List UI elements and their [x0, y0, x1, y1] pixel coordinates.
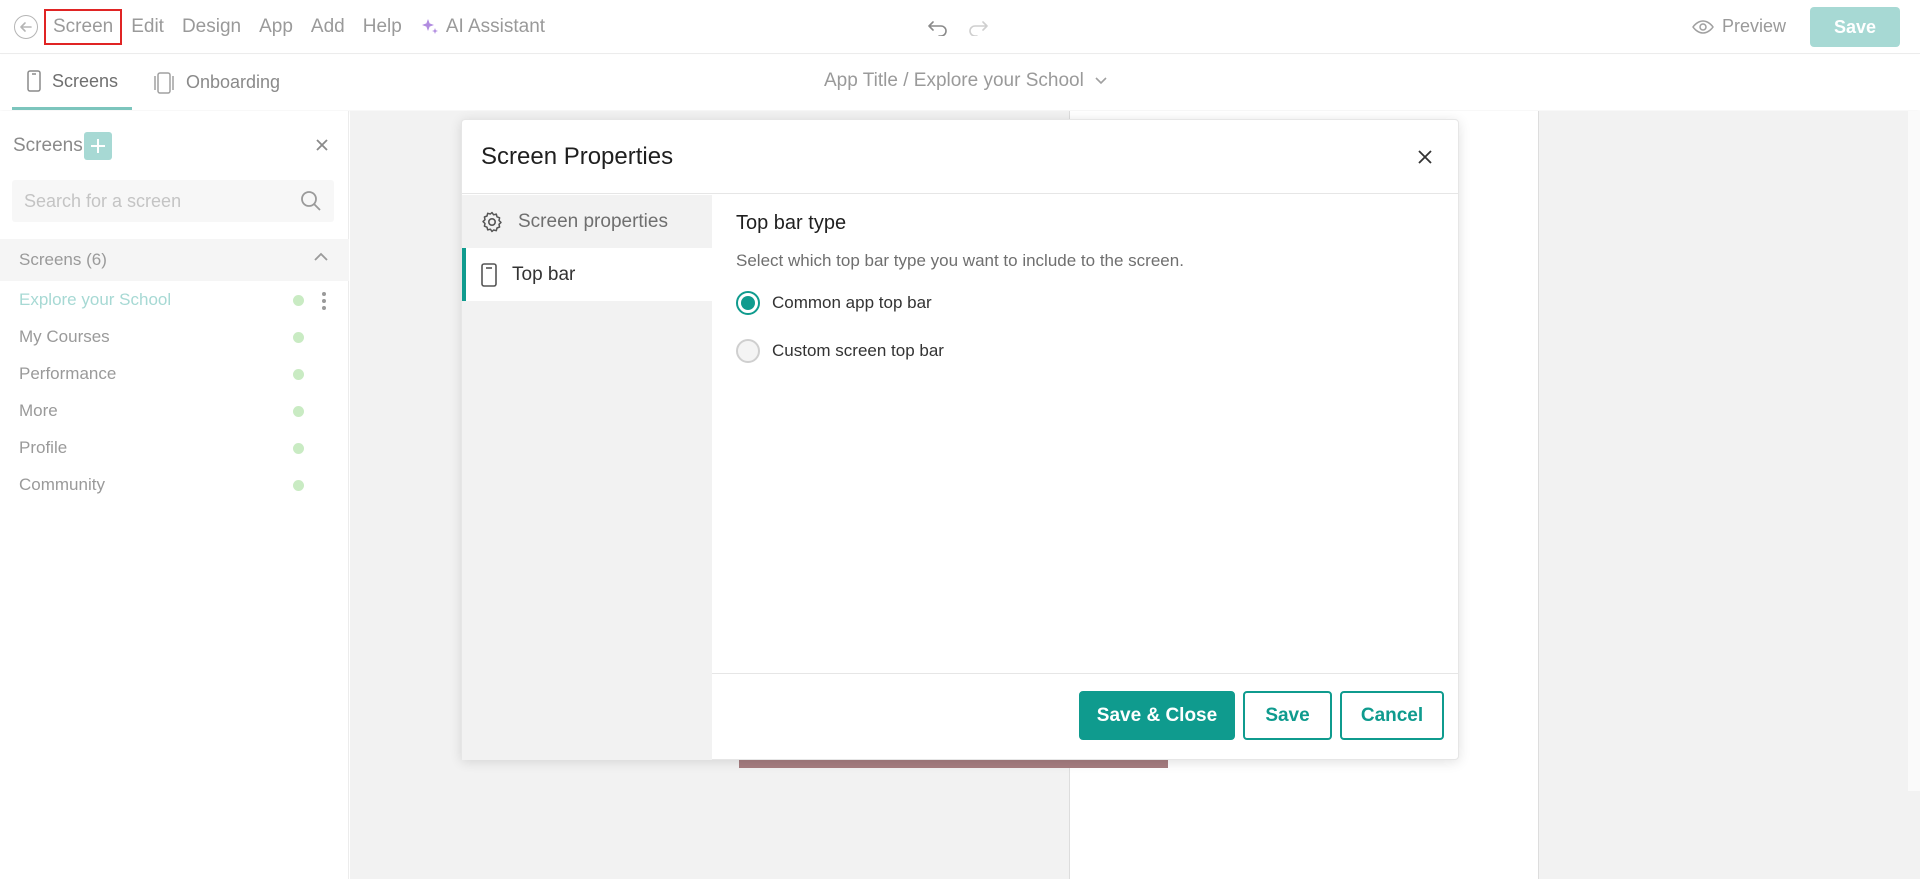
status-dot	[293, 443, 304, 454]
radio-button[interactable]	[736, 339, 760, 363]
tab-onboarding-label: Onboarding	[186, 72, 281, 92]
search-icon[interactable]	[300, 190, 322, 212]
preview-button[interactable]: Preview	[1692, 16, 1786, 37]
dialog-footer: Save & Close Save Cancel	[712, 673, 1458, 760]
app-title-dropdown[interactable]: App Title / Explore your School	[824, 70, 1108, 92]
redo-icon[interactable]	[965, 14, 991, 40]
ai-assistant-label: AI Assistant	[445, 16, 546, 37]
main-menu: Screen Edit Design App Add Help AI Assis…	[44, 9, 554, 45]
screen-properties-dialog: Screen Properties Screen properties Top …	[461, 119, 1459, 760]
screens-group-header[interactable]: Screens (6)	[0, 239, 349, 281]
screen-item-label: Explore your School	[19, 290, 172, 309]
option-label: Custom screen top bar	[772, 341, 944, 360]
tab-screens-label: Screens	[52, 70, 119, 91]
gear-icon	[482, 211, 502, 232]
screen-item-label: More	[19, 401, 58, 420]
onboarding-icon	[154, 71, 174, 94]
status-dot	[293, 332, 304, 343]
back-arrow-icon[interactable]	[14, 15, 38, 39]
sub-bar: Screens Onboarding App Title / Explore y…	[0, 55, 1920, 110]
chevron-up-icon	[314, 252, 328, 261]
cancel-button[interactable]: Cancel	[1340, 691, 1444, 740]
status-dot	[293, 369, 304, 380]
screen-item-my-courses[interactable]: My Courses	[0, 319, 349, 356]
undo-icon[interactable]	[925, 14, 951, 40]
screen-item-more[interactable]: More	[0, 393, 349, 430]
dialog-header: Screen Properties	[462, 120, 1458, 194]
more-options-icon[interactable]	[318, 290, 330, 312]
scrollbar[interactable]	[1908, 111, 1920, 791]
save-and-close-button[interactable]: Save & Close	[1079, 691, 1235, 740]
screen-item-label: My Courses	[19, 327, 110, 346]
close-icon[interactable]	[312, 135, 332, 155]
menu-design[interactable]: Design	[173, 9, 250, 45]
add-screen-button[interactable]	[84, 132, 112, 160]
save-button[interactable]: Save	[1243, 691, 1332, 740]
search-box	[12, 180, 334, 222]
screens-sidebar: Screens Screens (6) Explore your School …	[0, 111, 349, 879]
screen-item-community[interactable]: Community	[0, 467, 349, 504]
preview-label: Preview	[1722, 16, 1787, 36]
screen-list: Explore your School My Courses Performan…	[0, 282, 349, 504]
menu-ai-assistant[interactable]: AI Assistant	[411, 9, 554, 45]
screen-item-label: Performance	[19, 364, 117, 383]
close-icon[interactable]	[1414, 146, 1436, 168]
eye-icon	[1692, 19, 1714, 34]
radio-button-checked[interactable]	[736, 291, 760, 315]
option-common-app-top-bar[interactable]: Common app top bar	[736, 291, 932, 315]
menu-edit[interactable]: Edit	[122, 9, 173, 45]
save-button-top[interactable]: Save	[1810, 7, 1900, 47]
phone-icon	[27, 70, 41, 92]
app-title-label: App Title / Explore your School	[824, 70, 1084, 91]
menu-help[interactable]: Help	[354, 9, 411, 45]
screen-item-profile[interactable]: Profile	[0, 430, 349, 467]
dialog-nav: Screen properties Top bar	[462, 195, 712, 760]
sidebar-title: Screens	[13, 135, 83, 156]
screen-item-explore-your-school[interactable]: Explore your School	[0, 282, 349, 319]
nav-top-bar-label: Top bar	[512, 263, 576, 285]
status-dot	[293, 406, 304, 417]
nav-screen-properties[interactable]: Screen properties	[462, 195, 712, 248]
section-title: Top bar type	[736, 212, 847, 234]
dialog-body: Top bar type Select which top bar type y…	[712, 195, 1458, 673]
screen-item-label: Profile	[19, 438, 68, 457]
search-input[interactable]	[12, 180, 334, 222]
sparkle-icon	[421, 19, 438, 34]
menu-app[interactable]: App	[250, 9, 302, 45]
screen-item-label: Community	[19, 475, 105, 494]
menu-bar: Screen Edit Design App Add Help AI Assis…	[0, 0, 1920, 54]
nav-screen-properties-label: Screen properties	[518, 210, 668, 232]
history-controls	[925, 14, 991, 40]
dialog-title: Screen Properties	[481, 143, 674, 170]
tab-onboarding[interactable]: Onboarding	[138, 55, 294, 110]
screens-group-label: Screens (6)	[19, 250, 107, 269]
plus-icon	[91, 139, 105, 153]
menu-add[interactable]: Add	[302, 9, 354, 45]
option-custom-screen-top-bar[interactable]: Custom screen top bar	[736, 339, 944, 363]
phone-icon	[481, 262, 497, 287]
section-description: Select which top bar type you want to in…	[736, 251, 1184, 270]
tab-screens[interactable]: Screens	[12, 55, 133, 110]
nav-top-bar[interactable]: Top bar	[462, 248, 712, 301]
status-dot	[293, 295, 304, 306]
chevron-down-icon	[1095, 77, 1107, 85]
screen-item-performance[interactable]: Performance	[0, 356, 349, 393]
option-label: Common app top bar	[772, 293, 932, 312]
menu-screen[interactable]: Screen	[44, 9, 123, 45]
status-dot	[293, 480, 304, 491]
